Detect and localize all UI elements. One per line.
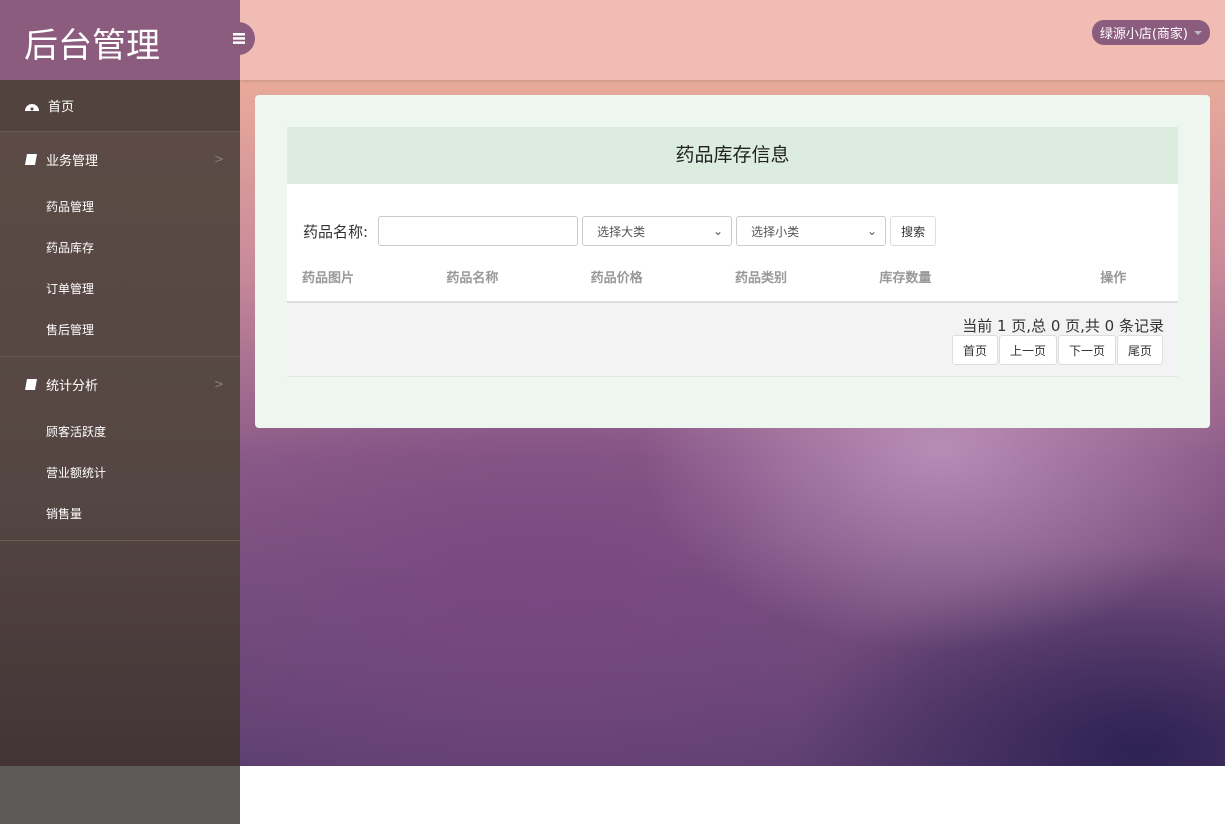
sidebar-group-business: 业务管理 > 药品管理 药品库存 订单管理 售后管理 (0, 132, 240, 357)
name-input[interactable] (378, 216, 578, 246)
sidebar-footer (0, 766, 240, 824)
sidebar-item[interactable]: 药品管理 (0, 186, 240, 227)
sidebar-group-toggle[interactable]: 统计分析 > (0, 357, 240, 411)
sidebar-group-toggle[interactable]: 业务管理 > (0, 132, 240, 186)
column-header: 药品图片 (287, 267, 431, 301)
sidebar-item[interactable]: 订单管理 (0, 268, 240, 309)
book-icon (24, 378, 38, 391)
group-label: 业务管理 (46, 150, 98, 169)
last-page-button[interactable]: 尾页 (1117, 335, 1163, 365)
chevron-right-icon: > (214, 152, 224, 166)
name-label: 药品名称: (303, 221, 368, 242)
sidebar-item[interactable]: 营业额统计 (0, 452, 240, 493)
book-icon (24, 153, 38, 166)
pagination: 当前 1 页,总 0 页,共 0 条记录 首页 上一页 下一页 尾页 (287, 303, 1178, 377)
sidebar-item-label: 首页 (48, 96, 74, 115)
page-title: 药品库存信息 (287, 127, 1178, 184)
user-menu[interactable]: 绿源小店(商家) (1092, 20, 1210, 45)
logo: 后台管理 (0, 0, 240, 80)
hamburger-icon (233, 33, 245, 44)
column-header: 库存数量 (864, 267, 1008, 301)
menu-toggle-button[interactable] (222, 22, 255, 55)
first-page-button[interactable]: 首页 (952, 335, 998, 365)
sidebar-item[interactable]: 顾客活跃度 (0, 411, 240, 452)
subcategory-select[interactable]: 选择小类 ⌄ (736, 216, 886, 246)
sidebar-item-home[interactable]: 首页 (0, 80, 240, 132)
chevron-down-icon: ⌄ (867, 224, 877, 238)
sidebar-group-stats: 统计分析 > 顾客活跃度 营业额统计 销售量 (0, 357, 240, 541)
inventory-panel: 药品库存信息 药品名称: 选择大类 ⌄ 选择小类 ⌄ 搜索 药品图片 药品名称 药品… (287, 127, 1178, 377)
search-button[interactable]: 搜索 (890, 216, 936, 246)
filter-bar: 药品名称: 选择大类 ⌄ 选择小类 ⌄ 搜索 (303, 216, 936, 246)
table-header: 药品图片 药品名称 药品价格 药品类别 库存数量 操作 (287, 267, 1178, 303)
column-header: 药品类别 (720, 267, 864, 301)
content-card: 药品库存信息 药品名称: 选择大类 ⌄ 选择小类 ⌄ 搜索 药品图片 药品名称 药品… (255, 95, 1210, 428)
user-name: 绿源小店(商家) (1100, 23, 1188, 42)
subcategory-value: 选择小类 (751, 223, 799, 240)
prev-page-button[interactable]: 上一页 (999, 335, 1057, 365)
page-info: 当前 1 页,总 0 页,共 0 条记录 (962, 315, 1164, 336)
caret-down-icon (1194, 31, 1202, 35)
column-header: 药品名称 (431, 267, 575, 301)
sidebar-item[interactable]: 销售量 (0, 493, 240, 534)
chevron-right-icon: > (214, 377, 224, 391)
column-header: 操作 (1009, 267, 1178, 301)
chevron-down-icon: ⌄ (713, 224, 723, 238)
group-label: 统计分析 (46, 375, 98, 394)
category-select[interactable]: 选择大类 ⌄ (582, 216, 732, 246)
sidebar-item[interactable]: 药品库存 (0, 227, 240, 268)
top-bar: 绿源小店(商家) (240, 0, 1225, 80)
next-page-button[interactable]: 下一页 (1058, 335, 1116, 365)
sidebar: 后台管理 首页 业务管理 > 药品管理 药品库存 订单管理 售后管理 统计分析 > … (0, 0, 240, 824)
dashboard-icon (24, 100, 40, 112)
column-header: 药品价格 (576, 267, 720, 301)
category-value: 选择大类 (597, 223, 645, 240)
logo-text: 后台管理 (24, 26, 160, 66)
sidebar-item[interactable]: 售后管理 (0, 309, 240, 350)
